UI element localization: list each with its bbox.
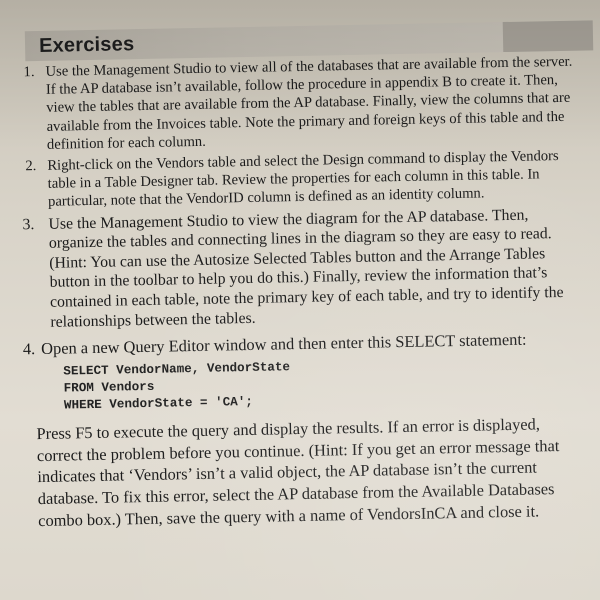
exercise-item-1: 1. Use the Management Studio to view all…: [17, 53, 579, 155]
photo-background: Exercises 1. Use the Management Studio t…: [0, 0, 600, 600]
exercise-item-4: 4. Open a new Query Editor window and the…: [23, 328, 587, 532]
exercise-number: 2.: [25, 158, 37, 175]
sql-code-block: SELECT VendorName, VendorState FROM Vendo…: [63, 354, 584, 415]
exercise-number: 4.: [22, 339, 36, 359]
exercise-text: Open a new Query Editor window and then …: [41, 329, 527, 359]
textbook-page: Exercises 1. Use the Management Studio t…: [0, 0, 600, 600]
exercise-list: 1. Use the Management Studio to view all…: [17, 53, 586, 535]
exercise-text: Use the Management Studio to view the di…: [48, 206, 564, 331]
exercise-text: Right-click on the Vendors table and sel…: [47, 148, 559, 211]
exercise-item-2: 2. Right-click on the Vendors table and …: [19, 147, 580, 212]
exercise-text: Use the Management Studio to view all of…: [45, 53, 573, 153]
exercise-item-3: 3. Use the Management Studio to view the…: [20, 204, 582, 332]
exercise-number: 3.: [22, 215, 35, 233]
exercise-followup-text: Press F5 to execute the query and displa…: [36, 414, 560, 530]
exercise-number: 1.: [23, 64, 35, 81]
section-heading: Exercises: [38, 33, 135, 57]
